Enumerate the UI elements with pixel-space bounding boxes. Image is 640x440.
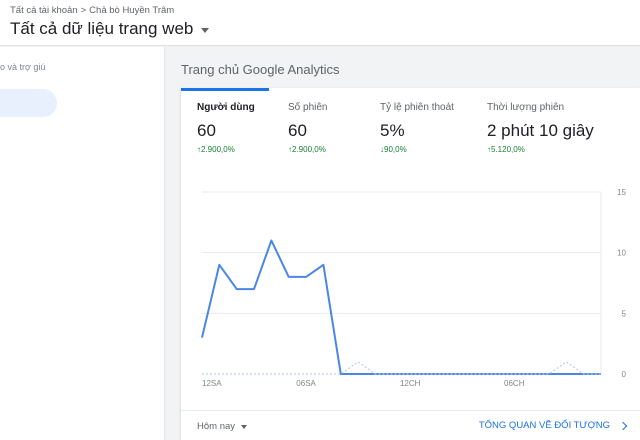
metric-change: ↑2.900,0%: [197, 145, 235, 154]
metric-tab-bounce-rate[interactable]: Tỷ lệ phiên thoát 5% ↓90,0%: [380, 102, 454, 154]
metric-label: Người dùng: [197, 102, 255, 113]
date-range-label: Hôm nay: [197, 421, 236, 432]
caret-down-icon: [201, 27, 210, 33]
analytics-home-card: Người dùng 60 ↑2.900,0% Số phiên 60 ↑2.9…: [181, 88, 640, 440]
date-range-dropdown[interactable]: Hôm nay: [197, 421, 248, 432]
breadcrumb-account[interactable]: Tất cả tài khoản: [10, 5, 78, 16]
x-tick-label: 06SA: [296, 379, 316, 386]
y-tick-label: 0: [622, 370, 627, 379]
y-tick-label: 15: [617, 188, 626, 197]
breadcrumb-property[interactable]: Chả bò Huyền Trâm: [89, 5, 174, 16]
view-selector[interactable]: Tất cả dữ liệu trang web: [10, 19, 210, 39]
x-tick-label: 06CH: [504, 379, 525, 386]
metric-value: 60: [288, 121, 307, 140]
breadcrumb-separator: >: [80, 5, 87, 16]
card-footer: Hôm nay TỔNG QUAN VỀ ĐỐI TƯỢNG: [181, 410, 640, 440]
card-title: Trang chủ Google Analytics: [181, 62, 340, 77]
active-tab-indicator: [181, 88, 269, 91]
y-tick-label: 10: [617, 249, 626, 258]
metric-change: ↑2.900,0%: [288, 145, 326, 154]
metric-value: 2 phút 10 giây: [487, 121, 594, 140]
users-series-line: [201, 239, 601, 375]
top-bar: Tất cả tài khoản > Chả bò Huyền Trâm Tất c…: [0, 0, 640, 46]
sidebar-selected-item[interactable]: [0, 89, 57, 117]
sidebar-help-item[interactable]: o và trợ giú: [0, 62, 45, 72]
breadcrumb: Tất cả tài khoản > Chả bò Huyền Trâm: [10, 5, 174, 16]
y-tick-label: 5: [622, 309, 627, 318]
users-line-chart: 0 5 10 15 12SA 06SA 12CH 06CH: [201, 188, 627, 386]
chevron-right-icon: [618, 421, 628, 430]
caret-down-icon: [241, 424, 248, 429]
metric-tab-users[interactable]: Người dùng 60 ↑2.900,0%: [197, 102, 255, 154]
metric-change: ↓90,0%: [380, 145, 407, 154]
metric-tab-sessions[interactable]: Số phiên 60 ↑2.900,0%: [288, 102, 327, 154]
x-tick-label: 12CH: [400, 379, 421, 386]
metric-label: Thời lượng phiên: [487, 102, 565, 113]
metric-label: Tỷ lệ phiên thoát: [380, 102, 454, 113]
view-selector-label: Tất cả dữ liệu trang web: [10, 19, 194, 38]
comparison-series-line: [202, 361, 601, 375]
metric-change: ↑5.120,0%: [487, 145, 525, 154]
audience-overview-link[interactable]: TỔNG QUAN VỀ ĐỐI TƯỢNG: [478, 420, 628, 431]
metric-label: Số phiên: [288, 102, 328, 113]
metric-value: 60: [197, 121, 216, 140]
overview-link-label: TỔNG QUAN VỀ ĐỐI TƯỢNG: [478, 420, 610, 431]
metric-value: 5%: [380, 121, 405, 140]
sidebar: o và trợ giú: [0, 47, 165, 440]
x-tick-label: 12SA: [202, 379, 222, 386]
metric-tab-session-duration[interactable]: Thời lượng phiên 2 phút 10 giây ↑5.120,0…: [487, 102, 594, 154]
